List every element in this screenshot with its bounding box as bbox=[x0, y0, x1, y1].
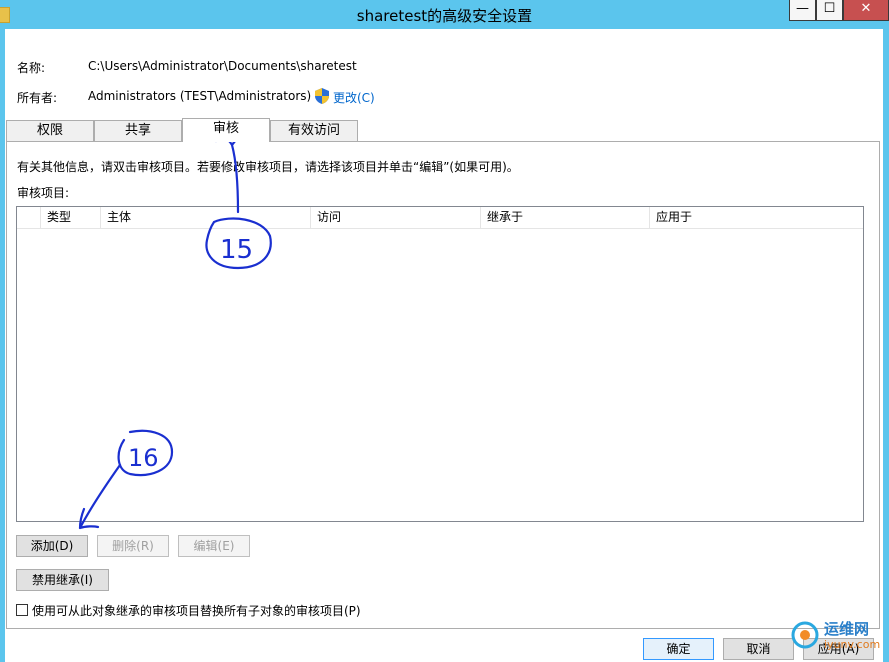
column-type[interactable]: 类型 bbox=[41, 207, 101, 228]
name-value: C:\Users\Administrator\Documents\sharete… bbox=[88, 59, 357, 73]
replace-child-entries-checkbox[interactable] bbox=[16, 604, 28, 616]
edit-button[interactable]: 编辑(E) bbox=[178, 535, 250, 557]
tab-permissions[interactable]: 权限 bbox=[6, 120, 94, 141]
column-applies-to[interactable]: 应用于 bbox=[650, 207, 863, 228]
watermark: 运维网 iyunv.com bbox=[790, 616, 885, 658]
watermark-subtext: iyunv.com bbox=[824, 638, 881, 651]
tab-auditing[interactable]: 审核 bbox=[182, 118, 270, 142]
disable-inheritance-button[interactable]: 禁用继承(I) bbox=[16, 569, 109, 591]
window-title: sharetest的高级安全设置 bbox=[356, 7, 533, 25]
remove-button[interactable]: 删除(R) bbox=[97, 535, 169, 557]
owner-label: 所有者: bbox=[17, 91, 58, 105]
column-access[interactable]: 访问 bbox=[311, 207, 481, 228]
close-button[interactable]: ✕ bbox=[843, 0, 889, 21]
panel-description: 有关其他信息，请双击审核项目。若要修改审核项目，请选择该项目并单击“编辑”(如果… bbox=[17, 160, 519, 174]
column-icon bbox=[17, 207, 41, 228]
audit-entries-list[interactable]: 类型 主体 访问 继承于 应用于 bbox=[16, 206, 864, 522]
title-bar: sharetest的高级安全设置 bbox=[0, 0, 889, 29]
add-button[interactable]: 添加(D) bbox=[16, 535, 88, 557]
change-owner-link[interactable]: 更改(C) bbox=[333, 89, 375, 106]
watermark-text: 运维网 bbox=[824, 620, 870, 638]
window-frame-right bbox=[883, 29, 889, 662]
cancel-button[interactable]: 取消 bbox=[723, 638, 794, 660]
name-label: 名称: bbox=[17, 61, 46, 75]
watermark-logo-icon bbox=[791, 621, 819, 649]
tab-effective-access[interactable]: 有效访问 bbox=[270, 120, 358, 141]
ok-button[interactable]: 确定 bbox=[643, 638, 714, 660]
column-principal[interactable]: 主体 bbox=[101, 207, 311, 228]
uac-shield-icon bbox=[315, 88, 329, 104]
list-header: 类型 主体 访问 继承于 应用于 bbox=[17, 207, 863, 229]
audit-entries-label: 审核项目: bbox=[17, 186, 70, 200]
owner-value: Administrators (TEST\Administrators) bbox=[88, 89, 312, 103]
tab-sharing[interactable]: 共享 bbox=[94, 120, 182, 141]
replace-child-entries-label: 使用可从此对象继承的审核项目替换所有子对象的审核项目(P) bbox=[32, 604, 361, 618]
column-inherited-from[interactable]: 继承于 bbox=[481, 207, 650, 228]
minimize-button[interactable]: — bbox=[789, 0, 816, 21]
maximize-button[interactable]: ☐ bbox=[816, 0, 843, 21]
